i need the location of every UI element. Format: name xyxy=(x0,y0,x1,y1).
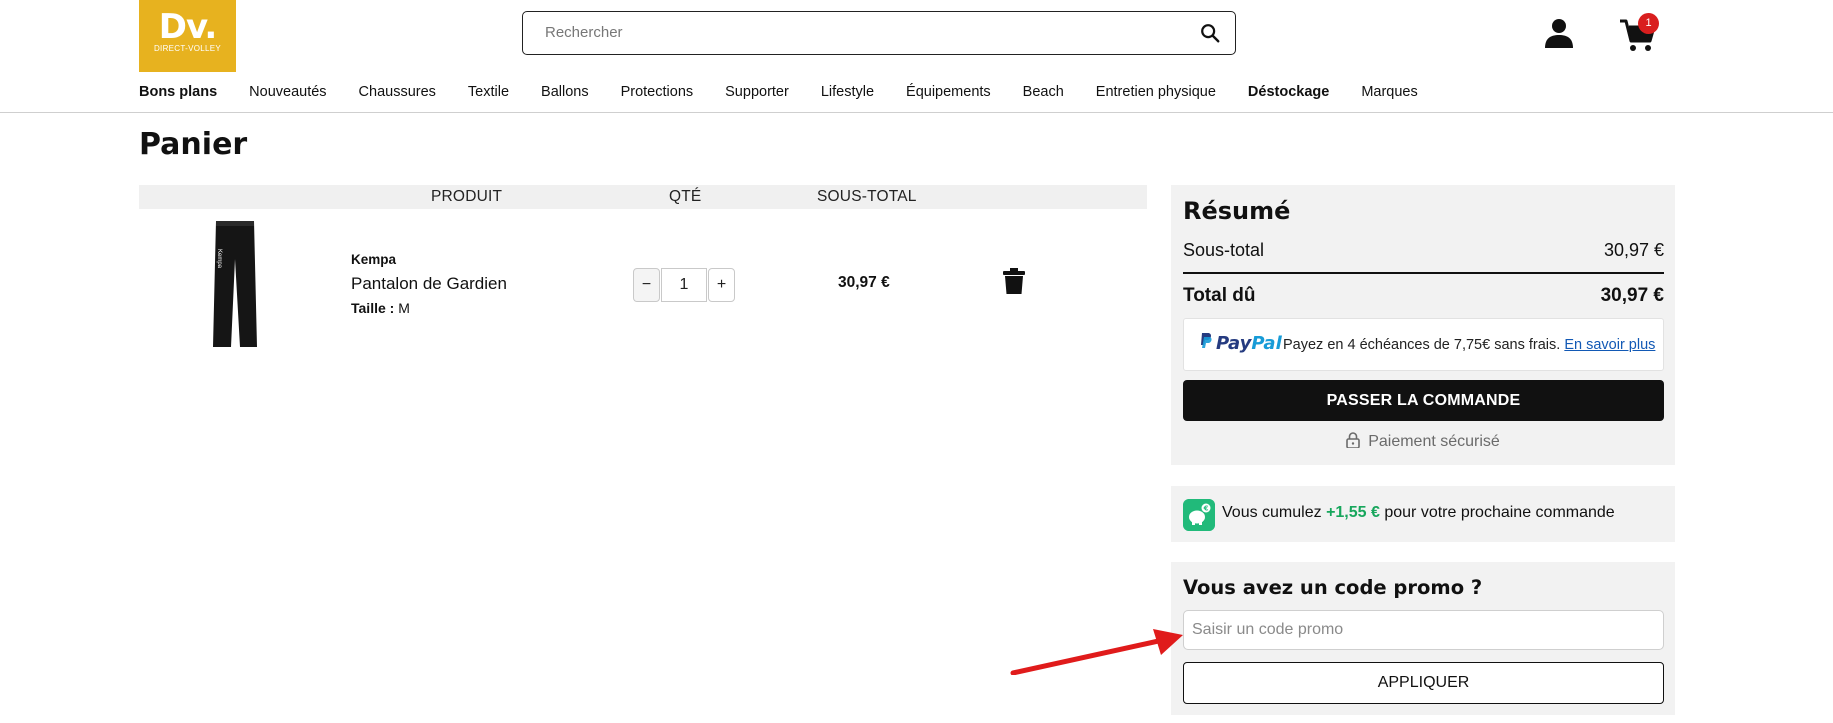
nav-item-entretien-physique[interactable]: Entretien physique xyxy=(1096,84,1216,104)
checkout-button[interactable]: PASSER LA COMMANDE xyxy=(1183,380,1664,421)
nav-item-supporter[interactable]: Supporter xyxy=(725,84,789,104)
nav-item-ballons[interactable]: Ballons xyxy=(541,84,589,104)
promo-title: Vous avez un code promo ? xyxy=(1183,576,1483,599)
paypal-learn-more-link[interactable]: En savoir plus xyxy=(1564,337,1655,353)
summary-subtotal-row: Sous-total 30,97 € xyxy=(1183,240,1664,261)
cashback-amount: +1,55 € xyxy=(1326,504,1380,521)
paypal-logo-pal: Pal xyxy=(1251,333,1282,354)
product-image[interactable]: Kempa xyxy=(210,219,260,351)
lock-icon xyxy=(1346,432,1360,448)
search-bar xyxy=(522,11,1236,55)
nav-item-destockage[interactable]: Déstockage xyxy=(1248,84,1329,104)
apply-promo-button[interactable]: APPLIQUER xyxy=(1183,662,1664,704)
summary-total-value: 30,97 € xyxy=(1600,285,1664,306)
column-header-qty: QTÉ xyxy=(669,188,702,205)
promo-code-section: Vous avez un code promo ? APPLIQUER xyxy=(1171,562,1675,715)
nav-item-nouveautes[interactable]: Nouveautés xyxy=(249,84,326,104)
paypal-installments-text: Payez en 4 échéances de 7,75€ sans frais… xyxy=(1283,337,1561,353)
quantity-input[interactable] xyxy=(661,268,707,302)
paypal-installments-banner: PayPal Payez en 4 échéances de 7,75€ san… xyxy=(1183,318,1664,371)
summary-total-row: Total dû 30,97 € xyxy=(1183,285,1664,307)
cart-table-header: PRODUIT QTÉ SOUS-TOTAL xyxy=(139,185,1147,209)
logo-sub-text: DIRECT-VOLLEY xyxy=(153,44,222,53)
page-title: Panier xyxy=(139,127,248,162)
product-size-label: Taille : xyxy=(351,300,395,316)
paypal-text: Payez en 4 échéances de 7,75€ sans frais… xyxy=(1283,337,1655,353)
paypal-icon xyxy=(1201,333,1212,348)
promo-code-input[interactable] xyxy=(1183,610,1664,650)
quantity-stepper: − + xyxy=(633,268,735,302)
svg-text:€: € xyxy=(1203,505,1209,513)
annotation-arrow-icon xyxy=(1010,629,1183,675)
nav-item-bons-plans[interactable]: Bons plans xyxy=(139,84,217,104)
search-icon[interactable] xyxy=(1199,22,1221,44)
trash-icon[interactable] xyxy=(1003,268,1025,294)
search-input[interactable] xyxy=(545,12,1185,53)
user-account-icon[interactable] xyxy=(1543,17,1575,49)
summary-subtotal-value: 30,97 € xyxy=(1603,240,1664,260)
nav-divider xyxy=(0,112,1833,113)
summary-subtotal-label: Sous-total xyxy=(1183,240,1265,260)
cashback-prefix: Vous cumulez xyxy=(1222,504,1322,521)
nav-item-chaussures[interactable]: Chaussures xyxy=(359,84,436,104)
secure-payment-note: Paiement sécurisé xyxy=(1171,432,1675,451)
secure-payment-label: Paiement sécurisé xyxy=(1368,433,1500,450)
logo-main-text: Dv. xyxy=(158,7,218,47)
product-size: Taille : M xyxy=(351,300,410,316)
paypal-logo: PayPal xyxy=(1200,333,1282,354)
nav-item-beach[interactable]: Beach xyxy=(1023,84,1064,104)
quantity-decrease-button[interactable]: − xyxy=(633,268,660,302)
nav-item-textile[interactable]: Textile xyxy=(468,84,509,104)
column-header-product: PRODUIT xyxy=(431,188,503,205)
product-size-value: M xyxy=(398,300,410,316)
order-summary: Résumé Sous-total 30,97 € Total dû 30,97… xyxy=(1171,185,1675,465)
summary-divider xyxy=(1183,272,1664,274)
summary-title: Résumé xyxy=(1183,197,1291,225)
quantity-increase-button[interactable]: + xyxy=(708,268,735,302)
product-brand: Kempa xyxy=(351,252,397,267)
cart-count-badge: 1 xyxy=(1638,13,1659,34)
nav-item-equipements[interactable]: Équipements xyxy=(906,84,991,104)
summary-total-label: Total dû xyxy=(1183,285,1256,306)
nav-item-protections[interactable]: Protections xyxy=(621,84,694,104)
product-name[interactable]: Pantalon de Gardien xyxy=(351,274,507,294)
cashback-text: Vous cumulez +1,55 € pour votre prochain… xyxy=(1222,504,1615,522)
cashback-suffix: pour votre prochaine commande xyxy=(1384,504,1615,521)
nav-item-marques[interactable]: Marques xyxy=(1361,84,1417,104)
nav-item-lifestyle[interactable]: Lifestyle xyxy=(821,84,874,104)
site-logo[interactable]: Dv. DIRECT-VOLLEY xyxy=(139,0,236,72)
svg-text:Kempa: Kempa xyxy=(216,249,222,269)
cashback-banner: € Vous cumulez +1,55 € pour votre procha… xyxy=(1171,486,1675,542)
piggy-bank-icon: € xyxy=(1183,499,1215,531)
paypal-logo-pay: Pay xyxy=(1216,333,1252,354)
item-subtotal: 30,97 € xyxy=(838,274,890,291)
main-nav: Bons plans Nouveautés Chaussures Textile… xyxy=(139,84,1450,104)
column-header-subtotal: SOUS-TOTAL xyxy=(817,188,917,205)
